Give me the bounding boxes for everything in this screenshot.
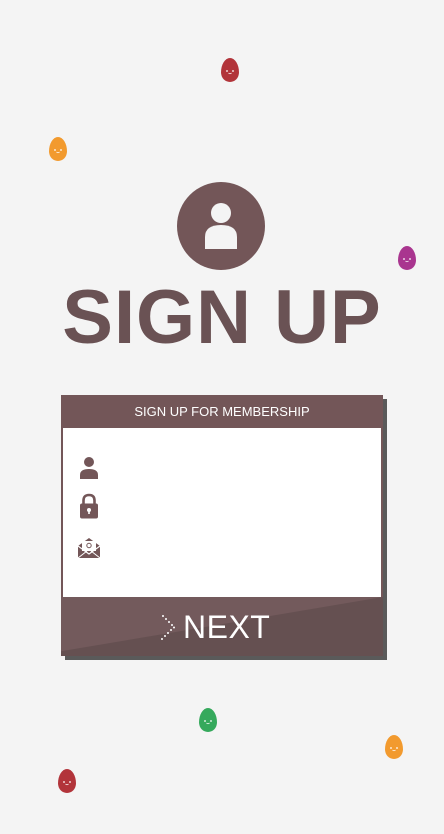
next-button[interactable]: NEXT [61, 597, 383, 656]
lock-icon [77, 492, 101, 520]
next-button-label: NEXT [183, 609, 271, 645]
avatar [177, 182, 265, 270]
envelope-icon [77, 534, 101, 562]
user-icon [77, 454, 101, 482]
chevron-right-icon [161, 615, 175, 640]
page-title: SIGN UP [62, 275, 382, 360]
email-input[interactable] [111, 534, 371, 564]
signup-form: SIGN UP FOR MEMBERSHIP NEXT [61, 395, 383, 656]
form-body [63, 428, 381, 597]
egg-icon [385, 735, 403, 759]
email-field [63, 530, 381, 566]
egg-icon [49, 137, 67, 161]
form-header: SIGN UP FOR MEMBERSHIP [134, 404, 310, 419]
username-field [63, 450, 381, 486]
password-input[interactable] [111, 492, 371, 522]
password-field [63, 488, 381, 524]
egg-icon [221, 58, 239, 82]
username-input[interactable] [111, 454, 371, 484]
egg-icon [398, 246, 416, 270]
egg-icon [58, 769, 76, 793]
user-icon [205, 203, 237, 249]
egg-icon [199, 708, 217, 732]
